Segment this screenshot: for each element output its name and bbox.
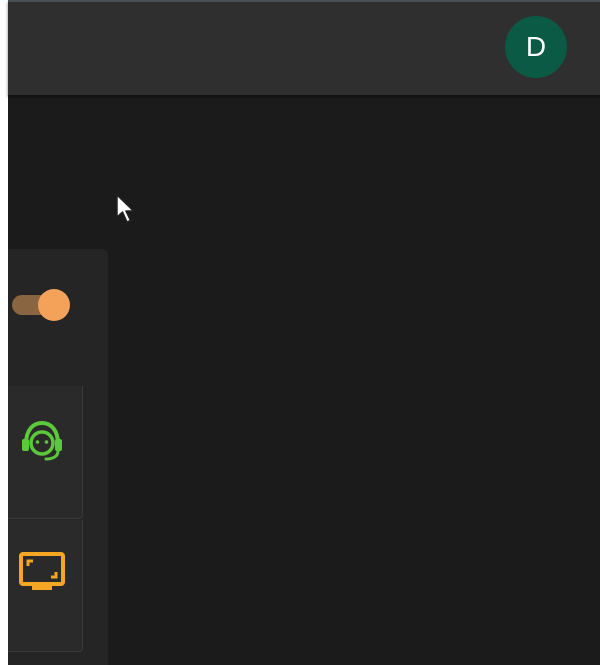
support-button[interactable] [8, 386, 83, 519]
fullscreen-button[interactable] [8, 520, 83, 652]
mouse-cursor-icon [116, 194, 135, 223]
top-app-bar: D [8, 0, 600, 95]
user-avatar[interactable]: D [505, 16, 567, 78]
headset-support-icon [22, 420, 62, 461]
avatar-initial: D [525, 31, 547, 62]
feature-toggle[interactable] [12, 289, 70, 321]
fullscreen-monitor-icon [19, 552, 65, 590]
window-edge [0, 0, 8, 665]
app-window: D [0, 0, 600, 665]
toggle-knob [38, 289, 70, 321]
